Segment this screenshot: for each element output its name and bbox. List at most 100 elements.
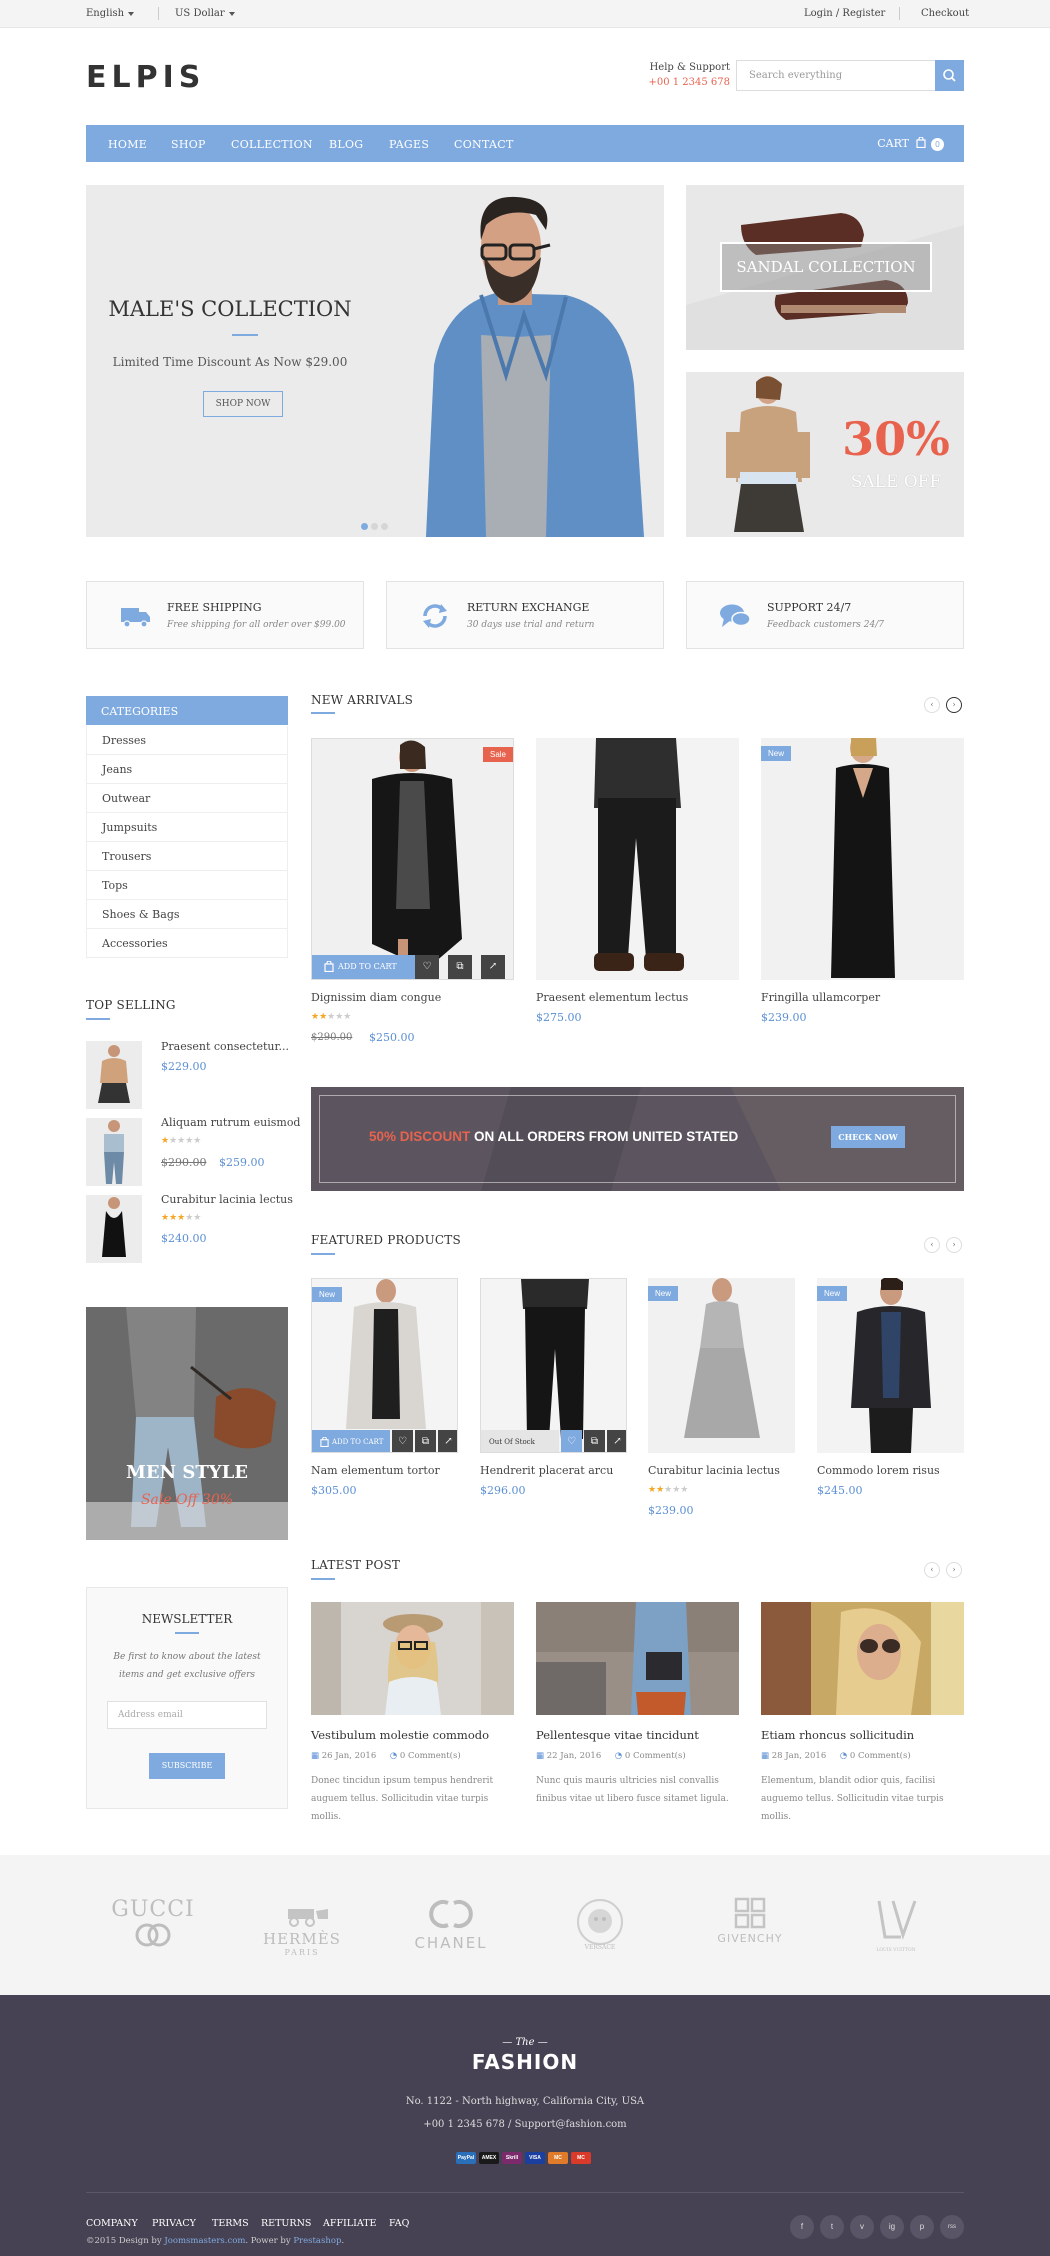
sale-off-banner[interactable]: 30% SALE OFF xyxy=(686,372,964,537)
checkout-link[interactable]: Checkout xyxy=(921,8,969,19)
footer-link-faq[interactable]: FAQ xyxy=(389,2218,409,2229)
shop-now-button[interactable]: SHOP NOW xyxy=(203,391,283,417)
nav-contact[interactable]: CONTACT xyxy=(454,138,514,151)
slider-dot-active[interactable] xyxy=(361,523,368,530)
product-image[interactable]: New xyxy=(648,1278,795,1453)
hero-slider[interactable]: MALE'S COLLECTION Limited Time Discount … xyxy=(86,185,664,537)
top-selling-image[interactable] xyxy=(86,1195,142,1263)
product-image[interactable]: New xyxy=(817,1278,964,1453)
next-arrow-button[interactable]: › xyxy=(946,697,962,713)
footer-link-terms[interactable]: TERMS xyxy=(212,2218,249,2229)
nav-collection[interactable]: COLLECTION xyxy=(231,138,313,151)
next-arrow-button[interactable]: › xyxy=(946,1562,962,1578)
add-to-cart-button[interactable]: ADD TO CART xyxy=(312,955,415,979)
sandal-collection-banner[interactable]: SANDAL COLLECTION xyxy=(686,185,964,350)
slider-dot[interactable] xyxy=(381,523,388,530)
cart-button[interactable]: CART 0 xyxy=(877,136,944,151)
product-image[interactable] xyxy=(536,738,739,980)
check-now-button[interactable]: CHECK NOW xyxy=(831,1126,905,1148)
footer-logo[interactable]: FASHION xyxy=(0,2050,1050,2074)
nav-blog[interactable]: BLOG xyxy=(329,138,363,151)
footer-link-privacy[interactable]: PRIVACY xyxy=(152,2218,196,2229)
footer-link-company[interactable]: COMPANY xyxy=(86,2218,138,2229)
top-selling-name[interactable]: Curabitur lacinia lectus xyxy=(161,1193,293,1206)
category-dresses[interactable]: Dresses xyxy=(86,726,288,755)
category-trousers[interactable]: Trousers xyxy=(86,842,288,871)
discount-banner[interactable]: 50% DISCOUNT ON ALL ORDERS FROM UNITED S… xyxy=(311,1087,964,1191)
product-name[interactable]: Praesent elementum lectus xyxy=(536,991,688,1004)
designer-link[interactable]: Joomsmasters.com xyxy=(164,2236,245,2246)
prev-arrow-button[interactable]: ‹ xyxy=(924,1562,940,1578)
nav-shop[interactable]: SHOP xyxy=(171,138,206,151)
brand-chanel[interactable]: CHANEL xyxy=(403,1897,499,1952)
product-name[interactable]: Nam elementum tortor xyxy=(311,1464,440,1477)
post-image[interactable] xyxy=(311,1602,514,1715)
product-image[interactable]: Out Of Stock ♡ ⧉ ↗ xyxy=(480,1278,627,1453)
post-title[interactable]: Vestibulum molestie commodo xyxy=(311,1728,489,1742)
newsletter-email-input[interactable]: Address email xyxy=(107,1701,267,1729)
wishlist-button[interactable]: ♡ xyxy=(415,955,439,979)
post-comments[interactable]: 0 Comment(s) xyxy=(400,1751,461,1761)
subscribe-button[interactable]: SUBSCRIBE xyxy=(149,1753,225,1779)
prestashop-link[interactable]: Prestashop xyxy=(293,2236,341,2246)
post-title[interactable]: Pellentesque vitae tincidunt xyxy=(536,1728,699,1742)
top-selling-name[interactable]: Aliquam rutrum euismod xyxy=(161,1116,300,1129)
currency-select[interactable]: US Dollar xyxy=(175,8,235,19)
nav-pages[interactable]: PAGES xyxy=(389,138,429,151)
footer-link-affiliate[interactable]: AFFILIATE xyxy=(323,2218,376,2229)
brand-versace[interactable]: VERSACE xyxy=(560,1897,640,1951)
vimeo-icon[interactable]: v xyxy=(850,2215,874,2239)
prev-arrow-button[interactable]: ‹ xyxy=(924,697,940,713)
login-register-link[interactable]: Login / Register xyxy=(804,8,885,19)
quick-view-button[interactable]: ↗ xyxy=(438,1430,457,1452)
add-to-cart-button[interactable]: ADD TO CART xyxy=(312,1430,390,1452)
language-select[interactable]: English xyxy=(86,8,135,19)
compare-button[interactable]: ⧉ xyxy=(448,955,472,979)
prev-arrow-button[interactable]: ‹ xyxy=(924,1237,940,1253)
facebook-icon[interactable]: f xyxy=(790,2215,814,2239)
product-name[interactable]: Commodo lorem risus xyxy=(817,1464,940,1477)
rss-icon[interactable]: rss xyxy=(940,2215,964,2239)
wishlist-button[interactable]: ♡ xyxy=(392,1430,413,1452)
compare-button[interactable]: ⧉ xyxy=(415,1430,436,1452)
instagram-icon[interactable]: ig xyxy=(880,2215,904,2239)
product-name[interactable]: Fringilla ullamcorper xyxy=(761,991,880,1004)
product-name[interactable]: Curabitur lacinia lectus xyxy=(648,1464,780,1477)
post-comments[interactable]: 0 Comment(s) xyxy=(625,1751,686,1761)
brand-gucci[interactable]: GUCCI xyxy=(108,1897,198,1951)
men-style-banner[interactable]: MEN STYLE Sale Off 30% xyxy=(86,1307,288,1540)
slider-dot[interactable] xyxy=(371,523,378,530)
brand-hermes[interactable]: HERMÈS PARIS xyxy=(252,1905,352,1957)
category-tops[interactable]: Tops xyxy=(86,871,288,900)
category-shoes-bags[interactable]: Shoes & Bags xyxy=(86,900,288,929)
quick-view-button[interactable]: ↗ xyxy=(607,1430,626,1452)
search-input[interactable]: Search everything xyxy=(736,60,936,91)
product-name[interactable]: Dignissim diam congue xyxy=(311,991,441,1004)
search-button[interactable] xyxy=(935,60,964,91)
category-jeans[interactable]: Jeans xyxy=(86,755,288,784)
product-image[interactable]: Sale ADD TO CART ♡ ⧉ ↗ xyxy=(311,738,514,980)
category-jumpsuits[interactable]: Jumpsuits xyxy=(86,813,288,842)
brand-louis-vuitton[interactable]: LOUIS VUITTON xyxy=(856,1897,936,1953)
next-arrow-button[interactable]: › xyxy=(946,1237,962,1253)
post-image[interactable] xyxy=(536,1602,739,1715)
footer-link-returns[interactable]: RETURNS xyxy=(261,2218,311,2229)
wishlist-button[interactable]: ♡ xyxy=(561,1430,582,1452)
site-logo[interactable]: ELPIS xyxy=(86,60,205,95)
nav-home[interactable]: HOME xyxy=(108,138,147,151)
category-outwear[interactable]: Outwear xyxy=(86,784,288,813)
brand-givenchy[interactable]: GIVENCHY xyxy=(700,1897,800,1945)
top-selling-name[interactable]: Praesent consectetur... xyxy=(161,1040,289,1053)
compare-button[interactable]: ⧉ xyxy=(584,1430,605,1452)
product-image[interactable]: New ADD TO CART ♡ ⧉ ↗ xyxy=(311,1278,458,1453)
top-selling-image[interactable] xyxy=(86,1041,142,1109)
post-title[interactable]: Etiam rhoncus sollicitudin xyxy=(761,1728,914,1742)
quick-view-button[interactable]: ↗ xyxy=(481,955,505,979)
top-selling-image[interactable] xyxy=(86,1118,142,1186)
product-name[interactable]: Hendrerit placerat arcu xyxy=(480,1464,613,1477)
twitter-icon[interactable]: t xyxy=(820,2215,844,2239)
category-accessories[interactable]: Accessories xyxy=(86,929,288,958)
post-image[interactable] xyxy=(761,1602,964,1715)
pinterest-icon[interactable]: p xyxy=(910,2215,934,2239)
post-comments[interactable]: 0 Comment(s) xyxy=(850,1751,911,1761)
